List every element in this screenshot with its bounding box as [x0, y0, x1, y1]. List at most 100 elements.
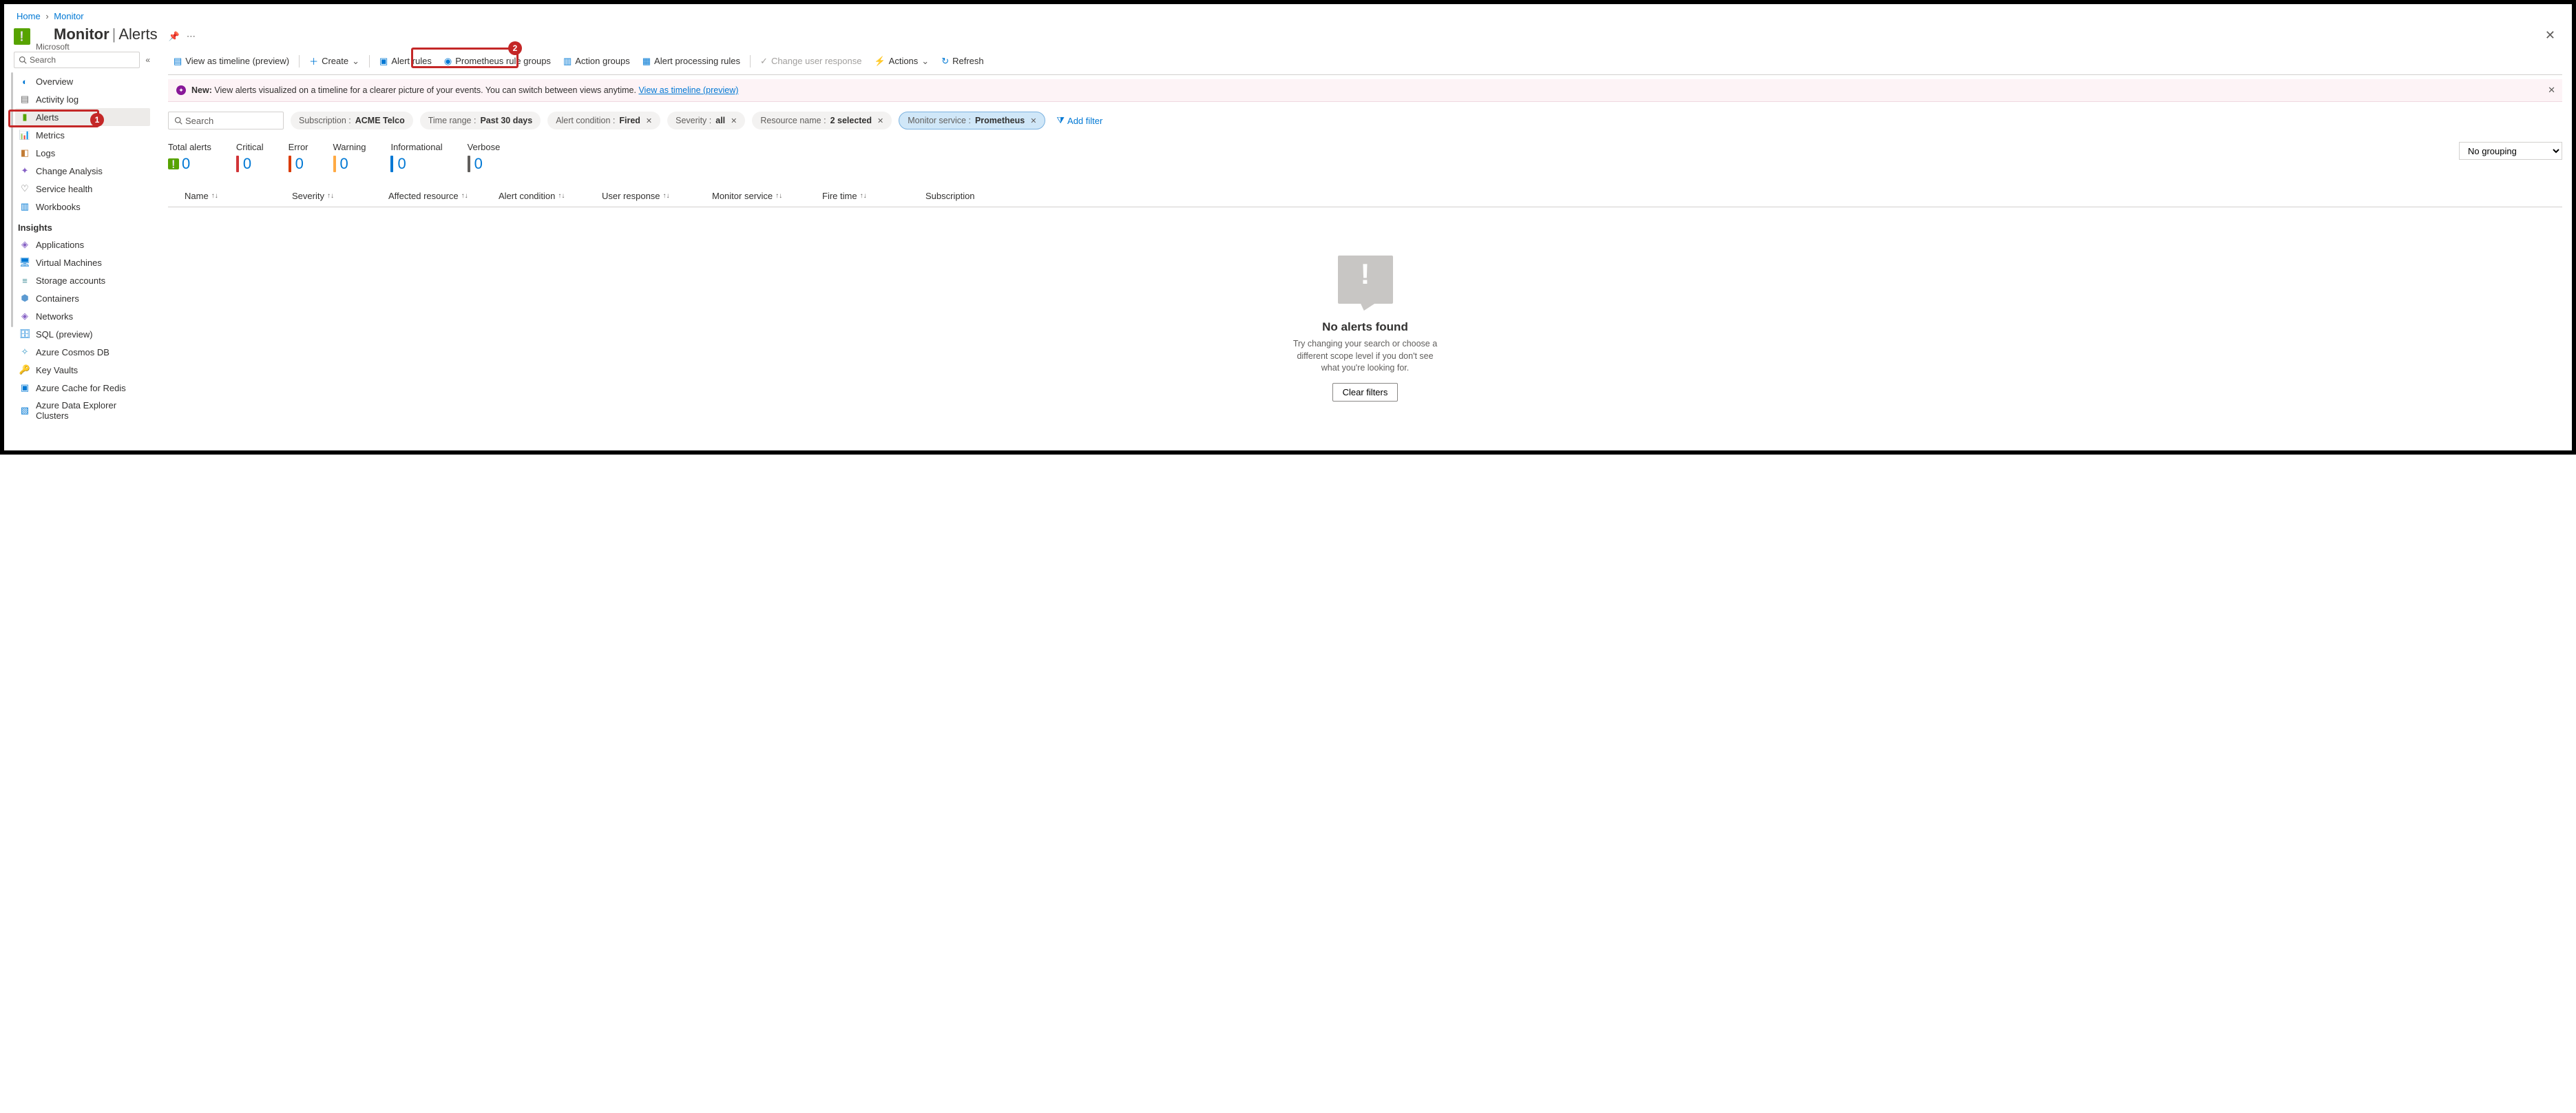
sidebar-item-networks[interactable]: ◈Networks	[15, 307, 150, 325]
sidebar-item-label: Activity log	[36, 94, 78, 105]
sort-icon: ↑↓	[461, 192, 468, 200]
col-fire-time[interactable]: Fire time↑↓	[822, 191, 925, 201]
filter-pill-resourcename[interactable]: Resource name : 2 selected✕	[752, 112, 892, 129]
sort-icon: ↑↓	[211, 192, 218, 200]
remove-filter-icon[interactable]: ✕	[1030, 116, 1036, 125]
severity-bar-icon	[333, 156, 336, 172]
sidebar-search-input[interactable]: Search	[14, 52, 140, 68]
search-icon	[174, 116, 182, 125]
sidebar-item-label: SQL (preview)	[36, 329, 93, 340]
clear-filters-button[interactable]: Clear filters	[1332, 383, 1399, 402]
view-as-timeline-button[interactable]: ▤View as timeline (preview)	[168, 53, 295, 70]
filter-pill-monitorservice[interactable]: Monitor service : Prometheus✕	[899, 112, 1045, 129]
app-icon: ◈	[19, 239, 30, 250]
sidebar-item-virtual-machines[interactable]: 🖥Virtual Machines	[15, 253, 150, 271]
workbooks-icon: ▥	[19, 201, 30, 212]
pin-icon[interactable]: 📌	[169, 31, 180, 42]
close-blade-button[interactable]: ✕	[2538, 25, 2562, 45]
filter-pill-timerange[interactable]: Time range : Past 30 days	[420, 112, 541, 129]
sidebar-item-label: Overview	[36, 76, 73, 87]
grouping-select[interactable]: No grouping	[2459, 142, 2562, 160]
sort-icon: ↑↓	[775, 192, 782, 200]
sort-icon: ↑↓	[327, 192, 334, 200]
col-name[interactable]: Name↑↓	[168, 191, 292, 201]
dismiss-banner-button[interactable]: ✕	[2548, 85, 2555, 96]
rules-icon: ▣	[379, 56, 388, 67]
actions-button[interactable]: ⚡Actions⌄	[868, 53, 934, 70]
sidebar-item-overview[interactable]: ◐Overview	[15, 72, 150, 90]
sidebar-item-label: Azure Cosmos DB	[36, 347, 109, 357]
new-badge-icon: ✦	[176, 85, 186, 95]
adx-icon: ▧	[19, 405, 30, 416]
sort-icon: ↑↓	[860, 192, 867, 200]
sidebar-item-metrics[interactable]: 📊Metrics	[15, 126, 150, 144]
sort-icon: ↑↓	[663, 192, 670, 200]
logs-icon: ◧	[19, 147, 30, 158]
chevron-down-icon: ⌄	[352, 56, 359, 67]
banner-link[interactable]: View as timeline (preview)	[638, 85, 738, 95]
action-groups-icon: ▥	[563, 56, 572, 67]
col-user-response[interactable]: User response↑↓	[602, 191, 712, 201]
search-icon	[19, 56, 27, 64]
stat-total-alerts[interactable]: Total alerts❕0	[168, 142, 211, 173]
breadcrumb-monitor[interactable]: Monitor	[54, 11, 83, 21]
sidebar-scrollbar[interactable]	[11, 72, 13, 327]
sidebar-item-alerts[interactable]: ▮Alerts	[15, 108, 150, 126]
severity-bar-icon	[468, 156, 470, 172]
info-banner: ✦ New: View alerts visualized on a timel…	[168, 79, 2562, 102]
chevron-down-icon: ⌄	[921, 56, 929, 67]
alerts-icon: ▮	[19, 112, 30, 123]
add-filter-button[interactable]: ⧩Add filter	[1052, 112, 1107, 129]
filter-pill-alertcondition[interactable]: Alert condition : Fired✕	[547, 112, 660, 129]
storage-icon: ≡	[19, 275, 30, 286]
remove-filter-icon[interactable]: ✕	[877, 116, 883, 125]
filter-pill-severity[interactable]: Severity : all✕	[667, 112, 745, 129]
stat-informational[interactable]: Informational0	[390, 142, 442, 173]
create-button[interactable]: ＋Create⌄	[304, 52, 365, 70]
sidebar-item-azure-data-explorer-clusters[interactable]: ▧Azure Data Explorer Clusters	[15, 397, 150, 424]
sort-icon: ↑↓	[558, 192, 565, 200]
stat-error[interactable]: Error0	[289, 142, 308, 173]
sidebar-item-key-vaults[interactable]: 🔑Key Vaults	[15, 361, 150, 379]
sidebar-item-label: Key Vaults	[36, 365, 78, 375]
sidebar-item-azure-cosmos-db[interactable]: ✧Azure Cosmos DB	[15, 343, 150, 361]
stat-warning[interactable]: Warning0	[333, 142, 366, 173]
remove-filter-icon[interactable]: ✕	[731, 116, 737, 125]
col-condition[interactable]: Alert condition↑↓	[499, 191, 602, 201]
breadcrumb: Home › Monitor	[14, 8, 2562, 25]
col-severity[interactable]: Severity↑↓	[292, 191, 388, 201]
remove-filter-icon[interactable]: ✕	[646, 116, 652, 125]
stat-critical[interactable]: Critical0	[236, 142, 264, 173]
action-groups-button[interactable]: ▥Action groups	[558, 53, 636, 70]
sidebar-item-storage-accounts[interactable]: ≡Storage accounts	[15, 271, 150, 289]
sidebar-item-workbooks[interactable]: ▥Workbooks	[15, 198, 150, 216]
sidebar-item-service-health[interactable]: ♡Service health	[15, 180, 150, 198]
refresh-button[interactable]: ↻Refresh	[936, 53, 989, 70]
containers-icon: ⬢	[19, 293, 30, 304]
col-monitor-service[interactable]: Monitor service↑↓	[712, 191, 822, 201]
breadcrumb-home[interactable]: Home	[17, 11, 41, 21]
sidebar-item-sql-preview-[interactable]: 🗄SQL (preview)	[15, 325, 150, 343]
sidebar-item-label: Azure Cache for Redis	[36, 383, 126, 393]
filter-pill-subscription[interactable]: Subscription : ACME Telco	[291, 112, 413, 129]
alerts-blade-icon: ❕	[14, 28, 30, 45]
sidebar-item-applications[interactable]: ◈Applications	[15, 236, 150, 253]
alert-processing-rules-button[interactable]: ▦Alert processing rules	[637, 53, 746, 70]
sidebar-item-label: Virtual Machines	[36, 258, 102, 268]
sidebar-item-activity-log[interactable]: ▤Activity log	[15, 90, 150, 108]
sidebar-item-label: Metrics	[36, 130, 65, 141]
sidebar-item-logs[interactable]: ◧Logs	[15, 144, 150, 162]
sidebar-item-change-analysis[interactable]: ✦Change Analysis	[15, 162, 150, 180]
sidebar-item-label: Networks	[36, 311, 73, 322]
no-alerts-icon: !	[1338, 256, 1393, 304]
col-subscription: Subscription	[925, 191, 2562, 201]
prometheus-rule-groups-button[interactable]: ◉Prometheus rule groups	[439, 53, 556, 70]
alert-rules-button[interactable]: ▣Alert rules	[374, 53, 437, 70]
sidebar-item-azure-cache-for-redis[interactable]: ▣Azure Cache for Redis	[15, 379, 150, 397]
sidebar-item-containers[interactable]: ⬢Containers	[15, 289, 150, 307]
more-icon[interactable]: ⋯	[187, 31, 196, 42]
stat-verbose[interactable]: Verbose0	[468, 142, 501, 173]
col-resource[interactable]: Affected resource↑↓	[388, 191, 499, 201]
alerts-search-input[interactable]: Search	[168, 112, 284, 129]
collapse-sidebar-button[interactable]: «	[145, 55, 150, 65]
